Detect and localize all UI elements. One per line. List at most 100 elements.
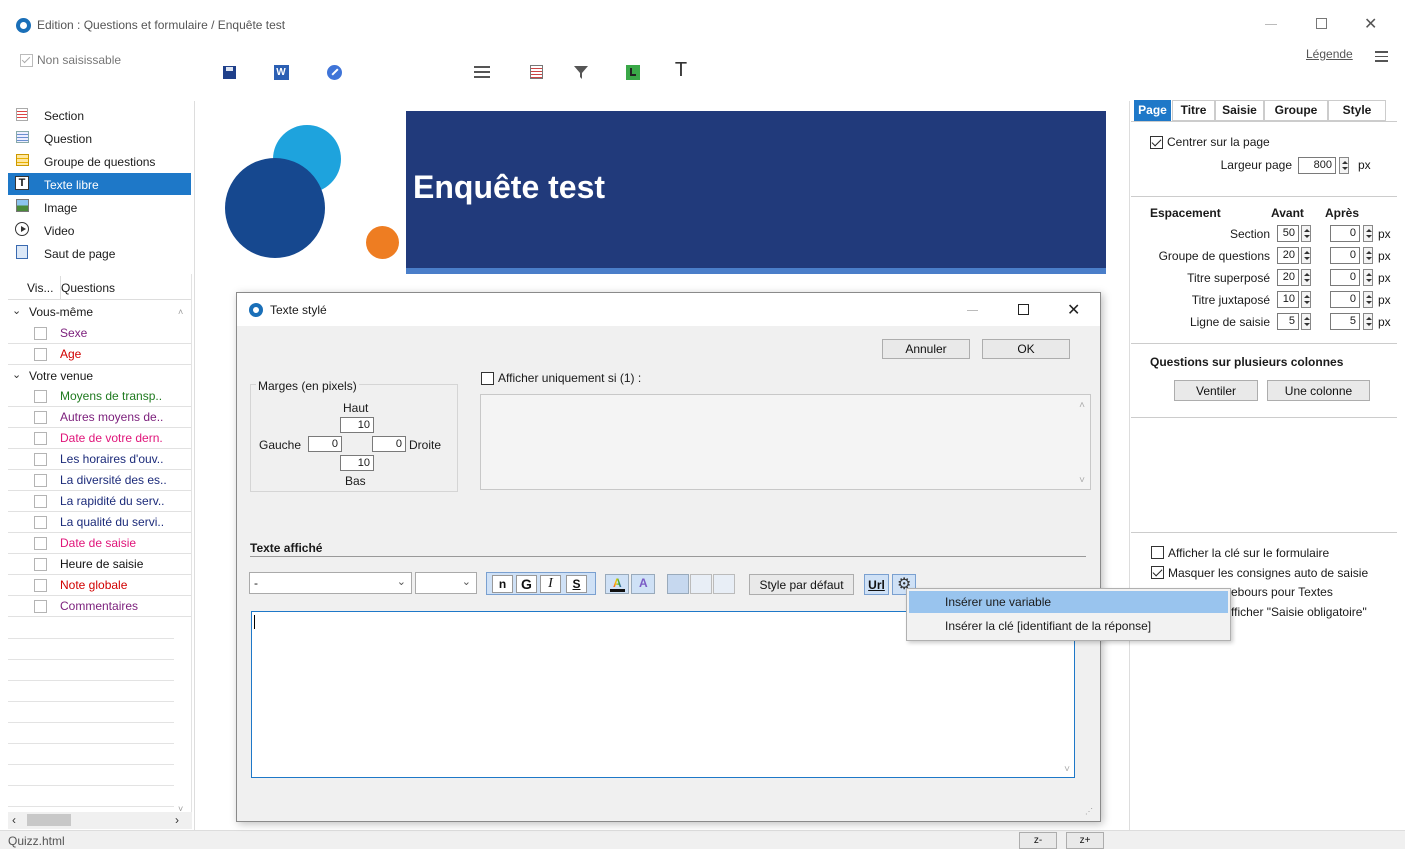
une-colonne-button[interactable]: Une colonne (1267, 380, 1370, 401)
palette-item-section[interactable]: Section (8, 104, 191, 126)
question-row[interactable]: Date de votre dern. (8, 428, 191, 449)
visibility-checkbox[interactable] (34, 495, 47, 508)
question-group-row[interactable]: ⌄ Vous-même (8, 301, 191, 322)
question-row[interactable]: Sexe (8, 323, 191, 344)
after-spinner[interactable] (1363, 269, 1373, 286)
before-input[interactable]: 20 (1277, 269, 1299, 286)
after-spinner[interactable] (1363, 313, 1373, 330)
before-input[interactable]: 20 (1277, 247, 1299, 264)
before-input[interactable]: 5 (1277, 313, 1299, 330)
align-left-icon[interactable] (667, 574, 689, 594)
visibility-checkbox[interactable] (34, 558, 47, 571)
palette-item-page-break[interactable]: Saut de page (8, 242, 191, 264)
tab-titre[interactable]: Titre (1172, 100, 1215, 121)
question-row[interactable]: Les horaires d'ouv.. (8, 449, 191, 470)
tab-saisie[interactable]: Saisie (1215, 100, 1264, 121)
question-group-row[interactable]: ⌄ Votre venue (8, 365, 191, 386)
question-row[interactable]: Age (8, 344, 191, 365)
palette-item-question[interactable]: Question (8, 127, 191, 149)
cancel-button[interactable]: Annuler (882, 339, 970, 359)
after-input[interactable]: 0 (1330, 225, 1360, 242)
page-width-input[interactable]: 800 (1298, 157, 1336, 174)
table-icon[interactable] (525, 61, 547, 83)
hide-instructions-checkbox[interactable] (1151, 566, 1164, 579)
size-select[interactable]: ⌄ (415, 572, 477, 594)
question-row[interactable]: La diversité des es.. (8, 470, 191, 491)
palette-item-image[interactable]: Image (8, 196, 191, 218)
before-input[interactable]: 50 (1277, 225, 1299, 242)
list-view-icon[interactable] (471, 61, 493, 83)
default-style-button[interactable]: Style par défaut (749, 574, 854, 595)
before-spinner[interactable] (1301, 313, 1311, 330)
visibility-checkbox[interactable] (34, 327, 47, 340)
tab-groupe[interactable]: Groupe (1264, 100, 1328, 121)
ok-button[interactable]: OK (982, 339, 1070, 359)
normal-button[interactable]: n (492, 575, 513, 593)
visibility-checkbox[interactable] (34, 474, 47, 487)
visibility-checkbox[interactable] (34, 537, 47, 550)
visibility-checkbox[interactable] (34, 453, 47, 466)
word-export-icon[interactable]: W (270, 61, 292, 83)
visibility-checkbox[interactable] (34, 579, 47, 592)
ventiler-button[interactable]: Ventiler (1174, 380, 1258, 401)
before-spinner[interactable] (1301, 225, 1311, 242)
question-row[interactable]: Moyens de transp.. (8, 386, 191, 407)
visibility-checkbox[interactable] (34, 516, 47, 529)
center-page-checkbox[interactable] (1150, 136, 1163, 149)
chevron-down-icon[interactable]: ⌄ (12, 304, 21, 317)
text-color-icon[interactable]: A (605, 574, 629, 594)
resize-grip-icon[interactable]: ⋰ (1085, 807, 1093, 816)
legend-link[interactable]: Légende (1306, 47, 1353, 61)
before-spinner[interactable] (1301, 269, 1311, 286)
highlight-color-icon[interactable]: A (631, 574, 655, 594)
tab-style[interactable]: Style (1328, 100, 1386, 121)
questions-hscrollbar[interactable]: ‹ › (8, 812, 192, 829)
after-input[interactable]: 0 (1330, 247, 1360, 264)
filter-icon[interactable] (570, 61, 592, 83)
question-row[interactable]: Date de saisie (8, 533, 191, 554)
question-row[interactable]: Heure de saisie (8, 554, 191, 575)
bold-button[interactable]: G (516, 575, 537, 593)
question-row[interactable]: Autres moyens de.. (8, 407, 191, 428)
after-spinner[interactable] (1363, 247, 1373, 264)
bottom-margin-input[interactable]: 10 (340, 455, 374, 471)
preview-browser-icon[interactable] (323, 61, 345, 83)
underline-button[interactable]: S (566, 575, 587, 593)
palette-item-free-text[interactable]: T Texte libre (8, 173, 191, 195)
url-button[interactable]: Url (864, 574, 889, 595)
italic-button[interactable]: I (540, 575, 561, 593)
save-icon[interactable] (218, 61, 240, 83)
after-input[interactable]: 0 (1330, 291, 1360, 308)
maximize-button[interactable] (1316, 18, 1327, 29)
visibility-checkbox[interactable] (34, 432, 47, 445)
page-width-spinner[interactable] (1339, 157, 1349, 174)
visibility-checkbox[interactable] (34, 390, 47, 403)
before-spinner[interactable] (1301, 291, 1311, 308)
question-row[interactable]: La qualité du servi.. (8, 512, 191, 533)
show-key-checkbox[interactable] (1151, 546, 1164, 559)
after-spinner[interactable] (1363, 225, 1373, 242)
close-button[interactable]: ✕ (1364, 14, 1377, 34)
minimize-button[interactable] (1265, 24, 1277, 25)
zoom-in-button[interactable]: z+ (1066, 832, 1104, 849)
align-center-icon[interactable] (690, 574, 712, 594)
zoom-out-button[interactable]: z- (1019, 832, 1057, 849)
top-margin-input[interactable]: 10 (340, 417, 374, 433)
after-input[interactable]: 5 (1330, 313, 1360, 330)
align-right-icon[interactable] (713, 574, 735, 594)
left-margin-input[interactable]: 0 (308, 436, 342, 452)
font-select[interactable]: - ⌄ (249, 572, 412, 594)
before-input[interactable]: 10 (1277, 291, 1299, 308)
question-row[interactable]: La rapidité du serv.. (8, 491, 191, 512)
dialog-close-button[interactable]: ✕ (1067, 300, 1080, 320)
questions-column-header[interactable]: Questions (61, 281, 115, 295)
export-icon[interactable] (622, 61, 644, 83)
chevron-down-icon[interactable]: ⌄ (12, 368, 21, 381)
insert-variable-menu-item[interactable]: Insérer une variable (909, 591, 1228, 613)
after-input[interactable]: 0 (1330, 269, 1360, 286)
condition-textarea[interactable]: ˄ ˅ (480, 394, 1091, 490)
tab-page[interactable]: Page (1134, 100, 1171, 121)
visibility-checkbox[interactable] (34, 348, 47, 361)
palette-item-video[interactable]: Video (8, 219, 191, 241)
menu-icon[interactable] (1375, 51, 1388, 62)
